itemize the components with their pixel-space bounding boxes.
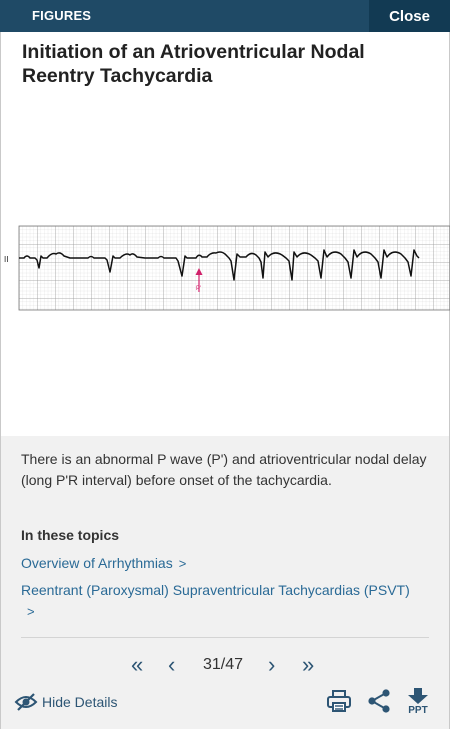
p-prime-label: P' xyxy=(196,286,201,292)
topics-heading: In these topics xyxy=(21,527,120,543)
figure-title: Initiation of an Atrioventricular Nodal … xyxy=(22,41,365,87)
first-figure-button[interactable]: « xyxy=(131,652,143,678)
section-label: FIGURES xyxy=(32,8,92,23)
previous-figure-button[interactable]: ‹ xyxy=(168,652,175,678)
share-icon[interactable] xyxy=(366,688,392,714)
lead-label: II xyxy=(4,255,8,264)
topic-link-reentrant-psvt[interactable]: Reentrant (Paroxysmal) Supraventricular … xyxy=(21,580,431,622)
ppt-download-button[interactable]: PPT xyxy=(404,688,434,716)
print-icon[interactable] xyxy=(326,688,352,714)
ppt-label: PPT xyxy=(408,705,428,716)
figure-pager: « ‹ 31/47 › » xyxy=(0,652,450,680)
figure-position: 31/47 xyxy=(203,656,244,673)
figure-footer: Hide Details PPT xyxy=(0,686,450,718)
last-figure-button[interactable]: » xyxy=(302,652,314,678)
close-button[interactable]: Close xyxy=(369,0,450,32)
hide-details-button[interactable]: Hide Details xyxy=(14,690,117,714)
divider xyxy=(21,637,429,638)
ecg-strip-image: II P' xyxy=(4,225,450,311)
eye-slash-icon xyxy=(14,693,38,711)
chevron-right-icon: > xyxy=(27,604,35,619)
topic-link-label: Reentrant (Paroxysmal) Supraventricular … xyxy=(21,582,410,598)
download-arrow-icon xyxy=(408,688,428,704)
next-figure-button[interactable]: › xyxy=(268,652,275,678)
topic-link-label: Overview of Arrhythmias xyxy=(21,555,173,571)
chevron-right-icon: > xyxy=(178,556,187,571)
figure-caption: There is an abnormal P wave (P') and atr… xyxy=(21,451,427,488)
topic-link-overview-of-arrhythmias[interactable]: Overview of Arrhythmias > xyxy=(21,553,431,574)
figures-header: FIGURES Close xyxy=(0,0,450,32)
ecg-grid xyxy=(18,225,450,311)
hide-details-label: Hide Details xyxy=(42,694,118,710)
